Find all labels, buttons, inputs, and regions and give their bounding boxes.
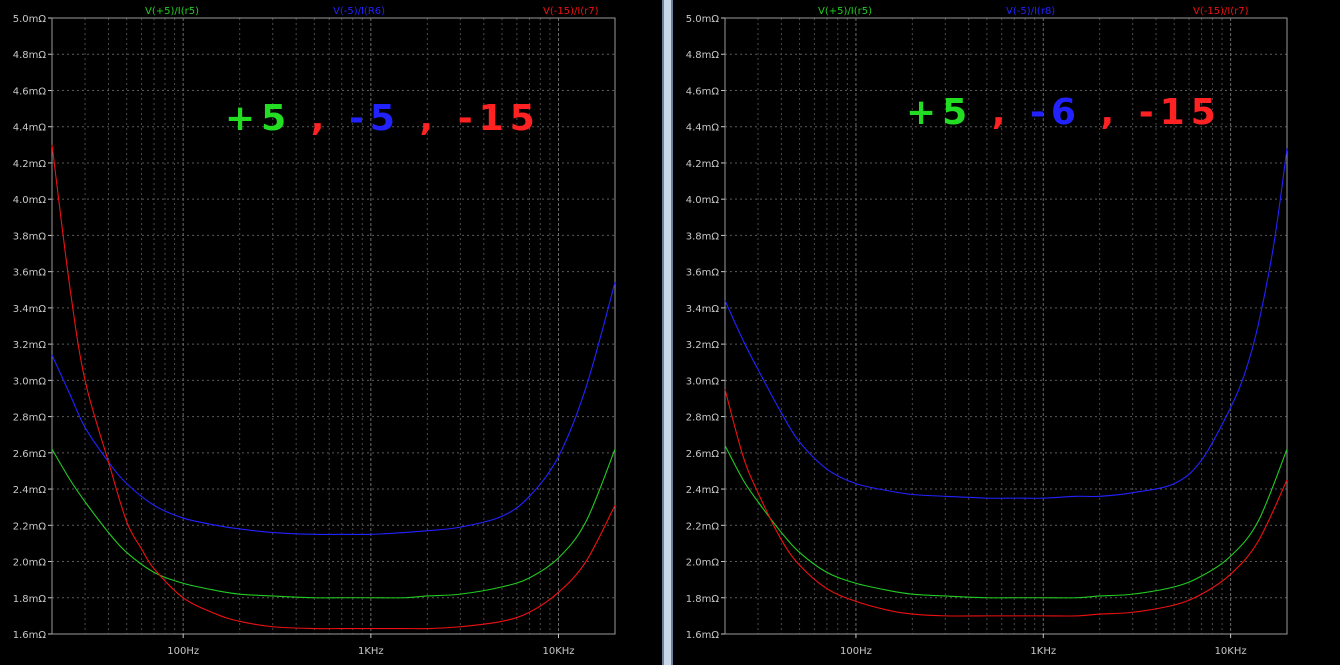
y-tick-label: 2.6mΩ [686, 449, 720, 460]
y-tick-label: 4.0mΩ [686, 195, 720, 206]
y-tick-label: 2.2mΩ [13, 521, 47, 532]
impedance-chart-right: 1.6mΩ 1.8mΩ 2.0mΩ 2.2mΩ 2.4mΩ 2.6mΩ 2.8mΩ 3.0mΩ… [686, 6, 1288, 657]
series-line-v-15-i-r7 [724, 389, 1288, 617]
y-tick-label: 1.8mΩ [13, 594, 47, 605]
y-tick-label: 2.8mΩ [13, 413, 47, 424]
y-tick-label: 3.0mΩ [13, 376, 47, 387]
y-tick-label: 4.4mΩ [686, 123, 720, 134]
y-tick-label: 3.6mΩ [686, 268, 720, 279]
annotation-part: +5 [225, 98, 311, 139]
trace-label: V(+5)/I(r5) [818, 6, 872, 17]
trace-label: V(-15)/I(r7) [543, 6, 599, 17]
y-tick-label: 2.6mΩ [13, 449, 47, 460]
voltage-annotation: +5 , -5 , -15 [225, 98, 541, 139]
annotation-part: , [420, 98, 458, 139]
series-line-v-5-i-r8 [724, 148, 1288, 499]
x-tick-label: 10KHz [1215, 646, 1247, 657]
y-tick-label: 5.0mΩ [686, 14, 720, 25]
pane-splitter[interactable] [664, 0, 671, 665]
annotation-part: -15 [458, 98, 541, 139]
y-tick-label: 4.4mΩ [13, 123, 47, 134]
annotation-part: -6 [1030, 92, 1101, 133]
y-tick-label: 2.2mΩ [686, 521, 720, 532]
x-tick-label: 1KHz [1030, 646, 1056, 657]
y-tick-label: 2.0mΩ [13, 558, 47, 569]
plot-pane-left[interactable]: 1.6mΩ 1.8mΩ 2.0mΩ 2.2mΩ 2.4mΩ 2.6mΩ 2.8mΩ 3.0mΩ… [0, 0, 664, 665]
trace-label: V(-5)/I(r8) [1006, 6, 1055, 17]
y-tick-label: 4.8mΩ [686, 50, 720, 61]
plot-pane-right[interactable]: 1.6mΩ 1.8mΩ 2.0mΩ 2.2mΩ 2.4mΩ 2.6mΩ 2.8mΩ 3.0mΩ… [671, 0, 1340, 665]
y-tick-label: 5.0mΩ [13, 14, 47, 25]
y-tick-label: 3.6mΩ [13, 268, 47, 279]
y-tick-label: 3.2mΩ [686, 340, 720, 351]
y-tick-label: 2.8mΩ [686, 413, 720, 424]
y-tick-label: 3.8mΩ [686, 231, 720, 242]
x-tick-label: 100Hz [840, 646, 872, 657]
impedance-chart-left: 1.6mΩ 1.8mΩ 2.0mΩ 2.2mΩ 2.4mΩ 2.6mΩ 2.8mΩ 3.0mΩ… [13, 6, 616, 657]
annotation-part: , [311, 98, 349, 139]
y-tick-label: 3.8mΩ [13, 231, 47, 242]
y-tick-label: 4.2mΩ [13, 159, 47, 170]
y-tick-label: 3.4mΩ [686, 304, 720, 315]
series-line-v-15-i-r7 [51, 144, 616, 630]
y-tick-label: 2.4mΩ [686, 485, 720, 496]
y-tick-label: 2.0mΩ [686, 558, 720, 569]
y-tick-label: 1.6mΩ [13, 630, 47, 641]
trace-label: V(-5)/I(R6) [333, 6, 385, 17]
x-tick-label: 100Hz [167, 646, 199, 657]
y-tick-label: 3.2mΩ [13, 340, 47, 351]
trace-label: V(-15)/I(r7) [1193, 6, 1249, 17]
annotation-part: +5 [906, 92, 992, 133]
y-tick-label: 4.2mΩ [686, 159, 720, 170]
voltage-annotation: +5 , -6 , -15 [906, 92, 1222, 133]
y-tick-label: 3.4mΩ [13, 304, 47, 315]
trace-label: V(+5)/I(r5) [145, 6, 199, 17]
y-tick-label: 1.6mΩ [686, 630, 720, 641]
annotation-part: -5 [349, 98, 420, 139]
x-tick-label: 10KHz [542, 646, 574, 657]
series-line-v-5-i-r6 [51, 282, 616, 536]
annotation-part: -15 [1139, 92, 1222, 133]
y-tick-label: 4.0mΩ [13, 195, 47, 206]
y-tick-label: 1.8mΩ [686, 594, 720, 605]
x-tick-label: 1KHz [358, 646, 384, 657]
plot-window: 1.6mΩ 1.8mΩ 2.0mΩ 2.2mΩ 2.4mΩ 2.6mΩ 2.8mΩ 3.0mΩ… [0, 0, 1340, 665]
y-tick-label: 4.6mΩ [686, 86, 720, 97]
y-tick-label: 4.8mΩ [13, 50, 47, 61]
y-tick-label: 3.0mΩ [686, 376, 720, 387]
series-line-v-5-i-r5 [51, 448, 616, 599]
y-tick-label: 2.4mΩ [13, 485, 47, 496]
y-tick-label: 4.6mΩ [13, 86, 47, 97]
annotation-part: , [1101, 92, 1139, 133]
annotation-part: , [992, 92, 1030, 133]
